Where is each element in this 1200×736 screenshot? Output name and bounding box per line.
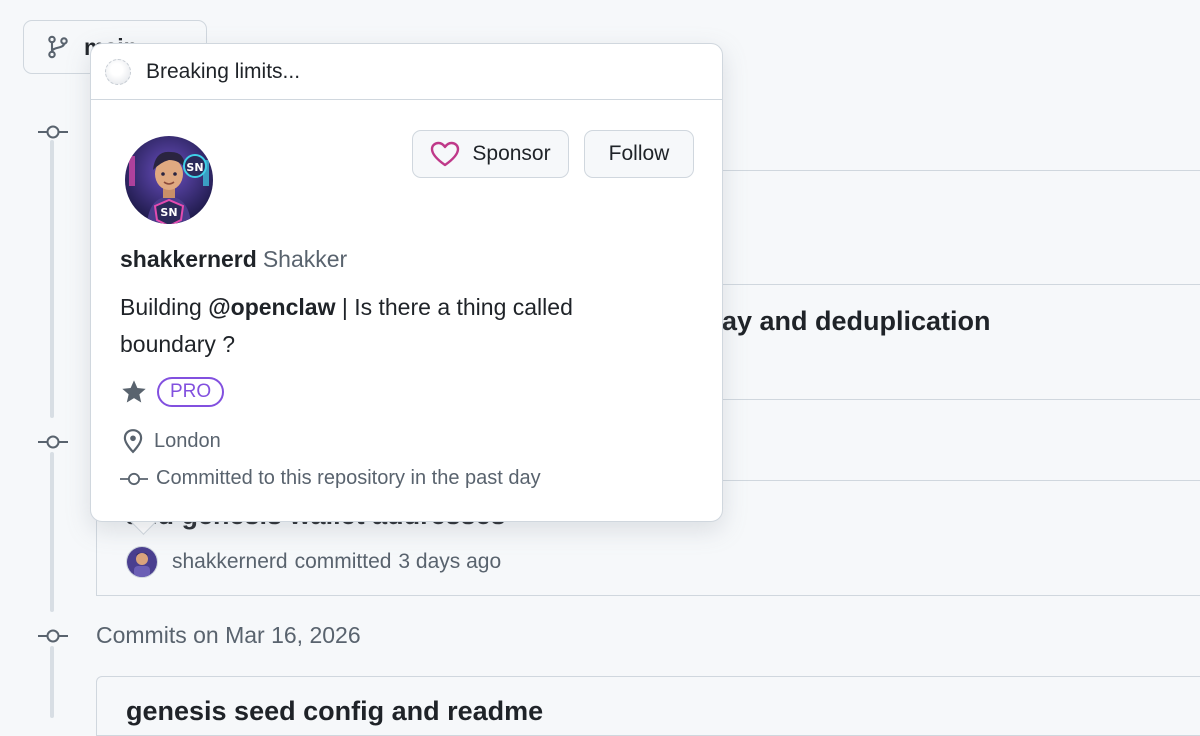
sponsor-button[interactable]: Sponsor [412,130,569,178]
git-commit-icon [120,472,148,485]
timeline-line [50,452,54,612]
git-branch-icon [48,35,68,59]
user-fullname: Shakker [262,246,348,272]
follow-button[interactable]: Follow [584,130,694,178]
timeline-line [50,140,54,418]
svg-text:SN: SN [186,161,203,174]
user-bio: Building @openclaw | Is there a thing ca… [120,289,660,363]
bio-mention-link[interactable]: @openclaw [208,294,335,320]
commit-title[interactable]: genesis seed config and readme [126,696,543,727]
commit-time: 3 days ago [398,550,502,573]
contribution-text: Committed to this repository in the past… [156,467,541,489]
avatar[interactable]: SN SN [125,136,213,224]
commit-action: committed [294,550,392,573]
star-icon [122,380,146,403]
avatar[interactable] [126,546,158,578]
commit-group-label: Commits on Mar 16, 2026 [96,622,361,648]
bio-prefix: Building [120,294,209,320]
pro-badge: PRO [157,377,225,407]
commit-meta: shakkernerd committed 3 days ago [126,546,501,578]
location-text: London [154,429,221,452]
commit-author[interactable]: shakkernerd [172,550,288,574]
user-hovercard: Breaking limits... SN SN Sponsor Follow … [90,43,723,522]
commit-title[interactable]: ay and deduplication [722,306,991,337]
git-commit-icon [38,629,68,643]
user-status[interactable]: Breaking limits... [91,44,722,100]
timeline-line [50,646,54,718]
git-commit-icon [38,435,68,449]
status-text: Breaking limits... [146,59,301,83]
follow-label: Follow [608,142,670,165]
sponsor-label: Sponsor [472,142,551,165]
heart-icon [431,141,460,167]
location-pin-icon [123,429,143,454]
user-badges: PRO [120,377,225,407]
user-location: London [120,428,221,454]
svg-text:SN: SN [160,206,177,219]
user-name-row: shakkernerd Shakker [120,246,347,273]
user-contribution: Committed to this repository in the past… [120,467,541,490]
status-emoji-icon [105,58,131,85]
git-commit-icon [38,125,68,139]
user-login[interactable]: shakkernerd [120,246,257,272]
